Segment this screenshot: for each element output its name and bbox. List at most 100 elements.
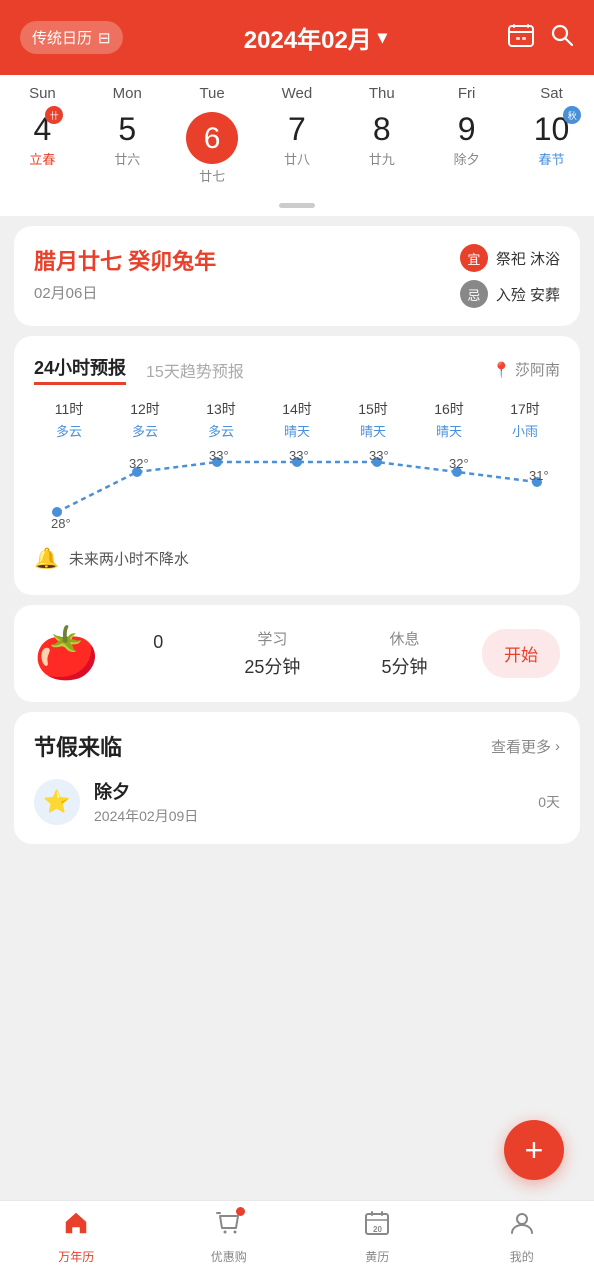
calendar-icon[interactable] bbox=[508, 23, 534, 53]
pomo-count: 0 bbox=[153, 628, 163, 679]
lunar-left: 腊月廿七 癸卯兔年 02月06日 bbox=[34, 244, 216, 303]
fab-button[interactable]: + bbox=[504, 1120, 564, 1180]
pomo-rest-value: 5分钟 bbox=[381, 653, 427, 679]
scroll-indicator bbox=[0, 199, 594, 216]
calendar-day-9[interactable]: 9 除夕 bbox=[427, 112, 507, 185]
weather-hour-12: 12时 多云 bbox=[110, 399, 180, 440]
hour-time-17: 17时 bbox=[510, 399, 540, 419]
hour-desc-11: 多云 bbox=[56, 421, 82, 440]
lunar-title: 腊月廿七 癸卯兔年 bbox=[34, 244, 216, 276]
pomodoro-stats: 0 学习 25分钟 休息 5分钟 bbox=[113, 628, 468, 679]
weather-tab-24h[interactable]: 24小时预报 bbox=[34, 354, 126, 385]
activity-bad-icon: 忌 bbox=[460, 280, 488, 308]
calendar-type-button[interactable]: 传统日历 ⊟ bbox=[20, 21, 123, 54]
hour-time-15: 15时 bbox=[358, 399, 388, 419]
nav-shop[interactable]: 优惠购 bbox=[211, 1209, 247, 1265]
weather-card: 24小时预报 15天趋势预报 📍 莎阿南 11时 多云 12时 多云 13时 多… bbox=[14, 336, 580, 595]
hour-desc-15: 晴天 bbox=[360, 421, 386, 440]
calendar-day-7[interactable]: 7 廿八 bbox=[257, 112, 337, 185]
weather-tab-15d[interactable]: 15天趋势预报 bbox=[146, 358, 244, 382]
svg-text:33°: 33° bbox=[289, 450, 309, 463]
weather-hour-15: 15时 晴天 bbox=[338, 399, 408, 440]
weather-alert: 🔔 未来两小时不降水 bbox=[34, 540, 560, 577]
holiday-title: 节假来临 bbox=[34, 730, 122, 762]
holiday-card: 节假来临 查看更多 › ⭐ 除夕 2024年02月09日 0天 bbox=[14, 712, 580, 844]
nav-profile-label: 我的 bbox=[510, 1248, 534, 1265]
holiday-item-chuxi[interactable]: ⭐ 除夕 2024年02月09日 0天 bbox=[34, 778, 560, 826]
day-badge-4: 卄 bbox=[45, 106, 63, 124]
day-lunar-5: 廿六 bbox=[114, 149, 140, 168]
nav-home-label: 万年历 bbox=[58, 1248, 94, 1265]
bell-icon: 🔔 bbox=[34, 546, 59, 571]
holiday-more-button[interactable]: 查看更多 › bbox=[491, 736, 560, 757]
nav-home-icon bbox=[62, 1209, 90, 1244]
svg-text:31°: 31° bbox=[529, 468, 549, 483]
day-number-8: 8 bbox=[373, 112, 391, 147]
calendar-type-icon: ⊟ bbox=[98, 29, 111, 47]
nav-profile-icon bbox=[508, 1209, 536, 1244]
svg-text:32°: 32° bbox=[449, 456, 469, 471]
holiday-header: 节假来临 查看更多 › bbox=[34, 730, 560, 762]
day-lunar-8: 廿九 bbox=[369, 149, 395, 168]
weather-alert-text: 未来两小时不降水 bbox=[69, 548, 189, 569]
weekday-tue: Tue bbox=[172, 85, 252, 102]
activity-good: 宜 祭祀 沐浴 bbox=[460, 244, 560, 272]
weather-tabs: 24小时预报 15天趋势预报 📍 莎阿南 bbox=[34, 354, 560, 385]
hour-desc-13: 多云 bbox=[208, 421, 234, 440]
hour-time-13: 13时 bbox=[206, 399, 236, 419]
weather-hour-16: 16时 晴天 bbox=[414, 399, 484, 440]
weekday-thu: Thu bbox=[342, 85, 422, 102]
svg-text:33°: 33° bbox=[369, 450, 389, 463]
tomato-icon: 🍅 bbox=[34, 623, 99, 684]
pomodoro-card: 🍅 0 学习 25分钟 休息 5分钟 开始 bbox=[14, 605, 580, 702]
activity-bad-label: 入殓 安葬 bbox=[496, 284, 560, 305]
nav-home[interactable]: 万年历 bbox=[58, 1209, 94, 1265]
nav-profile[interactable]: 我的 bbox=[508, 1209, 536, 1265]
month-title: 2024年02月 bbox=[244, 20, 372, 55]
pomo-study-label: 学习 bbox=[257, 628, 287, 649]
weekday-mon: Mon bbox=[87, 85, 167, 102]
day-badge-10: 秋 bbox=[563, 106, 581, 124]
calendar-day-8[interactable]: 8 廿九 bbox=[342, 112, 422, 185]
calendar-day-4[interactable]: 4 卄 立春 bbox=[2, 112, 82, 185]
nav-almanac[interactable]: 20 黄历 bbox=[363, 1209, 391, 1265]
pomo-study-value: 25分钟 bbox=[244, 653, 300, 679]
search-icon[interactable] bbox=[550, 23, 574, 53]
hour-desc-16: 晴天 bbox=[436, 421, 462, 440]
month-selector[interactable]: 2024年02月 ▾ bbox=[244, 20, 387, 55]
holiday-countdown: 0天 bbox=[538, 792, 560, 812]
calendar-day-5[interactable]: 5 廿六 bbox=[87, 112, 167, 185]
chevron-right-icon: › bbox=[555, 738, 560, 755]
svg-text:28°: 28° bbox=[51, 516, 71, 530]
lunar-info-card: 腊月廿七 癸卯兔年 02月06日 宜 祭祀 沐浴 忌 入殓 安葬 bbox=[14, 226, 580, 326]
chevron-down-icon: ▾ bbox=[378, 27, 387, 48]
week-header: Sun Mon Tue Wed Thu Fri Sat bbox=[0, 75, 594, 106]
day-number-9: 9 bbox=[458, 112, 476, 147]
hour-desc-14: 晴天 bbox=[284, 421, 310, 440]
hour-time-16: 16时 bbox=[434, 399, 464, 419]
pomodoro-start-button[interactable]: 开始 bbox=[482, 629, 560, 678]
day-lunar-6: 廿七 bbox=[199, 166, 225, 185]
hour-time-12: 12时 bbox=[130, 399, 160, 419]
nav-almanac-icon: 20 bbox=[363, 1209, 391, 1244]
lunar-date: 02月06日 bbox=[34, 282, 216, 303]
svg-text:20: 20 bbox=[373, 1225, 382, 1234]
hour-time-11: 11时 bbox=[55, 399, 84, 419]
location-name: 莎阿南 bbox=[515, 359, 560, 380]
bottom-nav: 万年历 优惠购 20 黄历 bbox=[0, 1200, 594, 1280]
day-lunar-7: 廿八 bbox=[284, 149, 310, 168]
holiday-date: 2024年02月09日 bbox=[94, 806, 198, 826]
svg-text:33°: 33° bbox=[209, 450, 229, 463]
holiday-star-icon: ⭐ bbox=[34, 779, 80, 825]
svg-text:32°: 32° bbox=[129, 456, 149, 471]
calendar-day-10[interactable]: 10 秋 春节 bbox=[511, 112, 591, 185]
lunar-activities: 宜 祭祀 沐浴 忌 入殓 安葬 bbox=[460, 244, 560, 308]
temperature-chart: 28° 32° 33° 33° 33° 32° 31° bbox=[34, 450, 560, 530]
day-lunar-10: 春节 bbox=[538, 149, 564, 168]
weekday-wed: Wed bbox=[257, 85, 337, 102]
calendar-day-6[interactable]: 6 廿七 bbox=[172, 112, 252, 185]
activity-bad: 忌 入殓 安葬 bbox=[460, 280, 560, 308]
nav-almanac-label: 黄历 bbox=[365, 1248, 389, 1265]
calendar-type-label: 传统日历 bbox=[32, 27, 92, 48]
weather-hours: 11时 多云 12时 多云 13时 多云 14时 晴天 15时 晴天 16时 晴… bbox=[34, 399, 560, 440]
